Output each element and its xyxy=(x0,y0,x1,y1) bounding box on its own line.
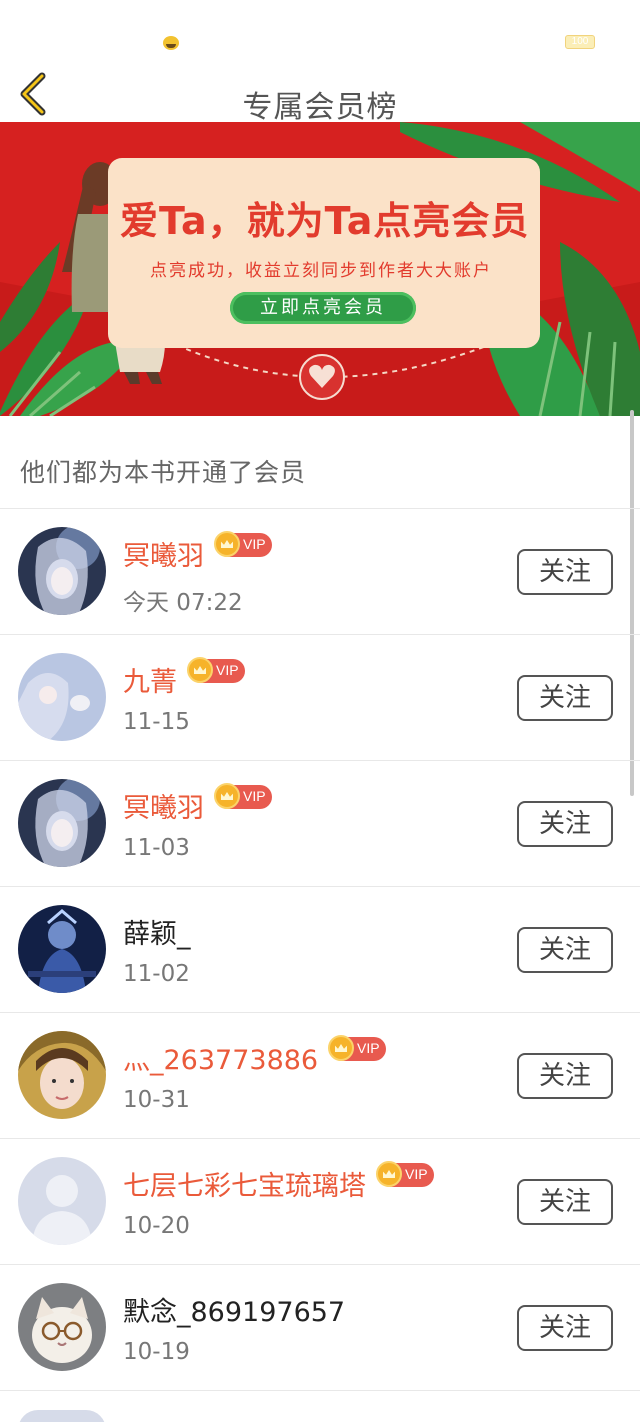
vip-label: VIP xyxy=(405,1166,428,1182)
avatar[interactable] xyxy=(18,1283,106,1371)
vip-badge: VIP xyxy=(216,533,272,557)
member-row[interactable]: 七层七彩七宝琉璃塔 VIP 10-20 关注 xyxy=(0,1139,640,1265)
vip-badge: VIP xyxy=(216,785,272,809)
follow-button[interactable]: 关注 xyxy=(517,1305,613,1351)
avatar[interactable] xyxy=(18,1410,106,1422)
avatar[interactable] xyxy=(18,1157,106,1245)
avatar[interactable] xyxy=(18,779,106,867)
avatar[interactable] xyxy=(18,527,106,615)
member-name[interactable]: 七层七彩七宝琉璃塔 xyxy=(123,1164,366,1203)
vip-label: VIP xyxy=(243,788,266,804)
member-row[interactable]: 灬_263773886 VIP 10-31 关注 xyxy=(0,1013,640,1139)
crown-icon xyxy=(214,531,240,557)
member-row[interactable]: 冥曦羽 VIP 11-03 关注 xyxy=(0,761,640,887)
member-time: 11-03 xyxy=(123,835,190,861)
member-name[interactable]: 默念_869197657 xyxy=(123,1290,345,1329)
emoji-notification-icon xyxy=(163,36,179,50)
vip-label: VIP xyxy=(243,536,266,552)
banner-subtitle: 点亮成功，收益立刻同步到作者大大账户 xyxy=(150,256,492,281)
member-time: 11-15 xyxy=(123,709,190,735)
follow-button[interactable]: 关注 xyxy=(517,1179,613,1225)
member-name[interactable]: 冥曦羽 xyxy=(123,534,204,573)
follow-button[interactable]: 关注 xyxy=(517,1053,613,1099)
light-up-vip-button[interactable]: 立即点亮会员 xyxy=(230,292,416,324)
member-row[interactable]: 冥曦羽 VIP 今天 07:22 关注 xyxy=(0,509,640,635)
page-title: 专属会员榜 xyxy=(0,82,640,126)
member-row[interactable]: 薛颖_ 11-02 关注 xyxy=(0,887,640,1013)
vip-badge: VIP xyxy=(330,1037,386,1061)
section-title: 他们都为本书开通了会员 xyxy=(20,453,306,489)
banner-headline: 爱Ta，就为Ta点亮会员 xyxy=(120,190,530,245)
follow-button[interactable]: 关注 xyxy=(517,927,613,973)
promo-banner[interactable]: 爱Ta，就为Ta点亮会员 点亮成功，收益立刻同步到作者大大账户 立即点亮会员 xyxy=(0,122,640,416)
follow-button[interactable]: 关注 xyxy=(517,549,613,595)
member-row[interactable]: 默念_869197657 10-19 关注 xyxy=(0,1265,640,1391)
follow-button[interactable]: 关注 xyxy=(517,675,613,721)
member-time: 11-02 xyxy=(123,961,190,987)
crown-icon xyxy=(187,657,213,683)
member-time: 10-31 xyxy=(123,1087,190,1113)
member-time: 10-20 xyxy=(123,1213,190,1239)
member-name[interactable]: 冥曦羽 xyxy=(123,786,204,825)
vip-label: VIP xyxy=(216,662,239,678)
crown-icon xyxy=(214,783,240,809)
avatar[interactable] xyxy=(18,653,106,741)
vip-label: VIP xyxy=(357,1040,380,1056)
crown-icon xyxy=(376,1161,402,1187)
battery-icon: 100 xyxy=(565,35,595,49)
member-name[interactable]: 灬_263773886 xyxy=(123,1038,318,1077)
member-time: 10-19 xyxy=(123,1339,190,1365)
follow-button[interactable]: 关注 xyxy=(517,801,613,847)
avatar[interactable] xyxy=(18,905,106,993)
status-bar: 100 xyxy=(0,0,640,70)
vip-badge: VIP xyxy=(189,659,245,683)
nav-bar: 专属会员榜 xyxy=(0,70,640,122)
vip-badge: VIP xyxy=(378,1163,434,1187)
member-row[interactable]: 九菁 VIP 11-15 关注 xyxy=(0,635,640,761)
crown-icon xyxy=(328,1035,354,1061)
member-list: 冥曦羽VIP今天 07:22关注九菁VIP11-15关注冥曦羽VIP11-03关… xyxy=(0,509,640,1391)
member-time: 今天 07:22 xyxy=(123,583,243,617)
member-name[interactable]: 薛颖_ xyxy=(123,912,191,951)
avatar[interactable] xyxy=(18,1031,106,1119)
member-name[interactable]: 九菁 xyxy=(123,660,177,699)
